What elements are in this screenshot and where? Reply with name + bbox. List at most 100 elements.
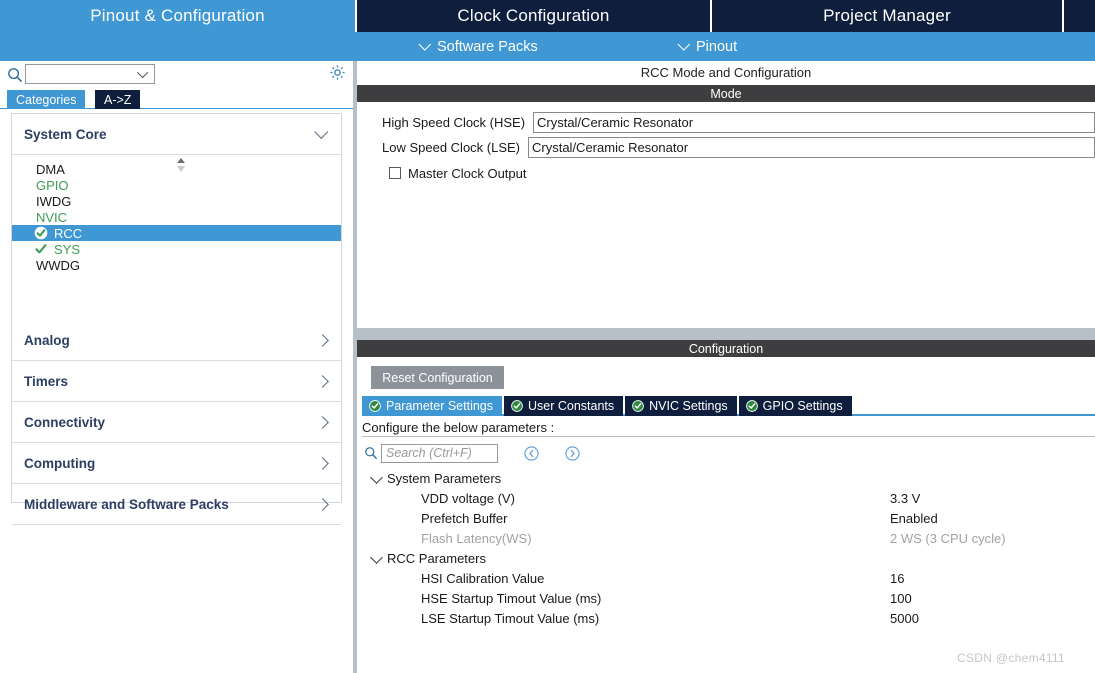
tab-categories[interactable]: Categories [7, 90, 86, 109]
menu-label: Software Packs [437, 38, 538, 55]
row-low-speed-clock: Low Speed Clock (LSE) Crystal/Ceramic Re… [357, 137, 1095, 158]
param-group-system-parameters[interactable]: System Parameters [362, 468, 1095, 488]
param-row-prefetch-buffer[interactable]: Prefetch Buffer Enabled [362, 508, 1095, 528]
main-tab-bar: Pinout & Configuration Clock Configurati… [0, 0, 1095, 32]
sub-menu-bar: Software Packs Pinout [357, 32, 1095, 61]
tab-label: User Constants [528, 399, 615, 413]
categories-panel: Categories A->Z System Core DMA GPIO IWD… [0, 61, 353, 673]
param-name: HSI Calibration Value [421, 570, 545, 586]
menu-pinout[interactable]: Pinout [677, 32, 738, 61]
chevron-right-icon [316, 497, 329, 511]
gear-icon[interactable] [329, 64, 346, 81]
tab-label: Project Manager [823, 6, 951, 25]
param-value: 5000 [890, 610, 919, 626]
param-row-vdd-voltage[interactable]: VDD voltage (V) 3.3 V [362, 488, 1095, 508]
mode-section-header: Mode [357, 85, 1095, 102]
parameter-search-input[interactable]: Search (Ctrl+F) [381, 443, 498, 463]
tree-item-nvic[interactable]: NVIC [12, 209, 341, 225]
group-label: System Core [24, 126, 107, 142]
chevron-right-circle-icon[interactable] [565, 445, 580, 461]
check-circle-icon [511, 400, 523, 412]
tab-extra[interactable] [1064, 0, 1093, 32]
row-high-speed-clock: High Speed Clock (HSE) Crystal/Ceramic R… [357, 112, 1095, 133]
search-icon [7, 67, 23, 83]
param-group-rcc-parameters[interactable]: RCC Parameters [362, 548, 1095, 568]
tab-parameter-settings[interactable]: Parameter Settings [362, 396, 502, 416]
param-row-lse-startup-timout-value[interactable]: LSE Startup Timout Value (ms) 5000 [362, 608, 1095, 628]
menu-software-packs[interactable]: Software Packs [418, 32, 538, 61]
check-icon [34, 242, 48, 256]
configure-note-label: Configure the below parameters : [362, 419, 555, 435]
tab-a-to-z[interactable]: A->Z [95, 90, 141, 109]
tree-item-rcc[interactable]: RCC [12, 225, 341, 241]
group-middleware-and-software-packs[interactable]: Middleware and Software Packs [12, 484, 341, 525]
tab-label: NVIC Settings [649, 399, 728, 413]
tree-item-label: WWDG [36, 257, 81, 273]
configuration-header-label: Configuration [688, 341, 764, 356]
group-analog[interactable]: Analog [12, 320, 341, 361]
horizontal-splitter[interactable] [357, 327, 1095, 340]
param-row-flash-latency: Flash Latency(WS) 2 WS (3 CPU cycle) [362, 528, 1095, 548]
tree-item-sys[interactable]: SYS [12, 241, 341, 257]
group-system-core[interactable]: System Core [12, 114, 341, 155]
tab-nvic-settings[interactable]: NVIC Settings [625, 396, 737, 416]
tab-project-manager[interactable]: Project Manager [712, 0, 1064, 32]
tab-gpio-settings[interactable]: GPIO Settings [738, 396, 852, 416]
hse-value: Crystal/Ceramic Resonator [537, 115, 694, 130]
search-icon [364, 446, 378, 460]
parameter-list: System Parameters VDD voltage (V) 3.3 V … [362, 468, 1095, 628]
tree-item-label: DMA [36, 161, 65, 177]
parameter-search-placeholder: Search (Ctrl+F) [386, 446, 472, 460]
param-name: Flash Latency(WS) [421, 530, 532, 546]
rcc-config-panel: RCC Mode and Configuration Mode High Spe… [357, 61, 1095, 673]
search-input[interactable] [25, 64, 155, 84]
check-circle-icon [34, 226, 48, 240]
tab-label: GPIO Settings [762, 399, 843, 413]
tree-item-label: GPIO [36, 177, 69, 193]
param-row-hsi-calibration-value[interactable]: HSI Calibration Value 16 [362, 568, 1095, 588]
tree-item-gpio[interactable]: GPIO [12, 177, 341, 193]
lse-select[interactable]: Crystal/Ceramic Resonator [528, 137, 1095, 158]
tree-item-label: IWDG [36, 193, 72, 209]
configuration-tabs: Parameter Settings User Constants NVIC S… [362, 396, 1095, 416]
tree-item-dma[interactable]: DMA [12, 161, 341, 177]
configuration-section-header: Configuration [357, 340, 1095, 357]
tree-item-label: NVIC [36, 209, 68, 225]
panel-title: RCC Mode and Configuration [357, 61, 1095, 84]
tab-label: Categories [16, 92, 77, 107]
chevron-down-icon [677, 38, 691, 51]
reset-configuration-button[interactable]: Reset Configuration [371, 366, 504, 389]
hse-select[interactable]: Crystal/Ceramic Resonator [533, 112, 1095, 133]
chevron-left-circle-icon[interactable] [524, 445, 539, 461]
checkbox-box [389, 167, 401, 179]
param-value: 2 WS (3 CPU cycle) [890, 530, 1006, 546]
master-clock-output-label: Master Clock Output [408, 165, 527, 181]
tab-user-constants[interactable]: User Constants [504, 396, 624, 416]
tab-pinout-and-configuration[interactable]: Pinout & Configuration [0, 0, 357, 32]
group-timers[interactable]: Timers [12, 361, 341, 402]
tab-label: Pinout & Configuration [90, 6, 265, 25]
menu-label: Pinout [696, 38, 738, 55]
peripheral-tree: System Core DMA GPIO IWDG NVIC RCC SYS W… [11, 113, 342, 525]
group-label: Connectivity [24, 414, 106, 430]
master-clock-output-checkbox[interactable]: Master Clock Output [389, 164, 527, 182]
tab-label: Parameter Settings [386, 399, 493, 413]
chevron-right-icon [316, 456, 329, 470]
tree-item-wwdg[interactable]: WWDG [12, 257, 341, 273]
group-computing[interactable]: Computing [12, 443, 341, 484]
group-label: Timers [24, 373, 69, 389]
param-name: HSE Startup Timout Value (ms) [421, 590, 602, 606]
param-row-hse-startup-timout-value[interactable]: HSE Startup Timout Value (ms) 100 [362, 588, 1095, 608]
group-label: Analog [24, 332, 70, 348]
check-circle-icon [369, 400, 381, 412]
group-connectivity[interactable]: Connectivity [12, 402, 341, 443]
tab-clock-configuration[interactable]: Clock Configuration [357, 0, 712, 32]
param-name: Prefetch Buffer [421, 510, 508, 526]
tree-item-iwdg[interactable]: IWDG [12, 193, 341, 209]
system-core-items: DMA GPIO IWDG NVIC RCC SYS WWDG [12, 155, 341, 320]
group-label: Computing [24, 455, 96, 471]
chevron-right-icon [316, 374, 329, 388]
param-value: 3.3 V [890, 490, 921, 506]
tab-label: Clock Configuration [457, 6, 610, 25]
parameter-search-row: Search (Ctrl+F) [362, 442, 580, 464]
